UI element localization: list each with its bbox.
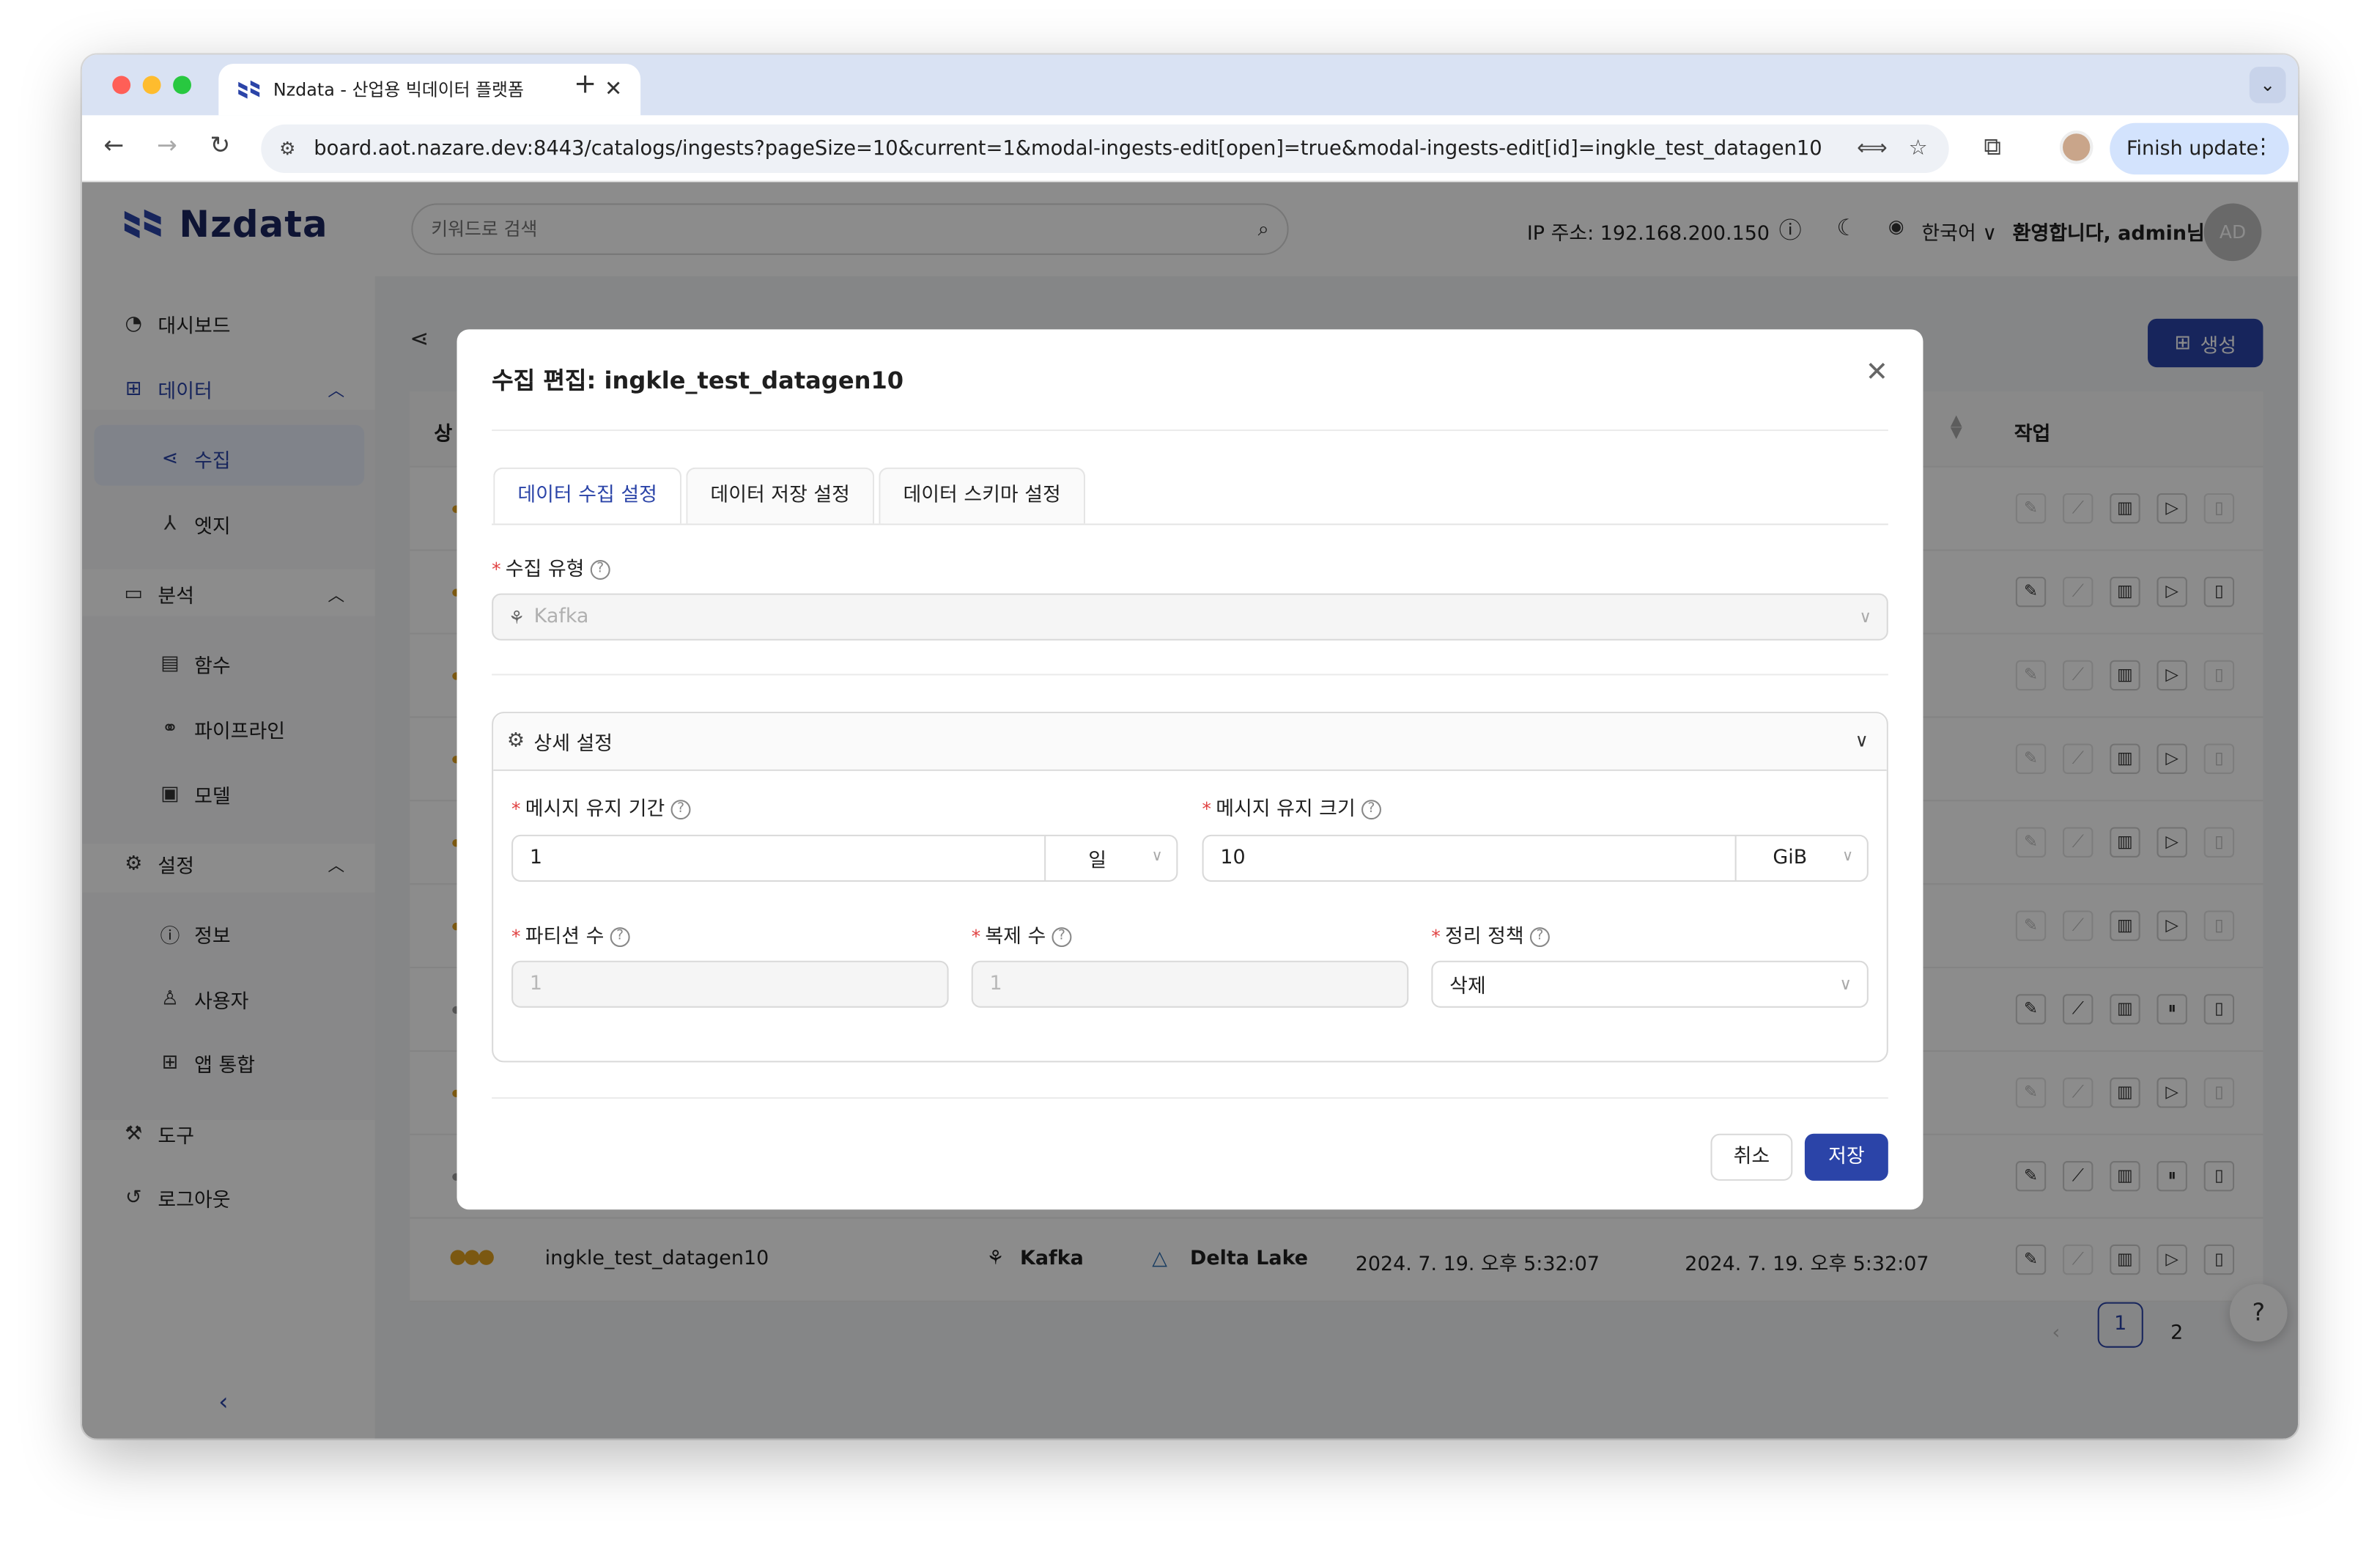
browser-window: Nzdata - 산업용 빅데이터 플랫폼 ✕ + ⌄ ← → ↻ ⚙ boar… (81, 54, 2299, 1439)
cleanup-policy-label: * 정리 정책? (1431, 920, 1550, 948)
save-button[interactable]: 저장 (1804, 1133, 1888, 1181)
chevron-down-icon: ∨ (1151, 848, 1163, 866)
cleanup-policy-select[interactable]: 삭제 ∨ (1431, 960, 1869, 1008)
question-circle-icon[interactable]: ? (1529, 927, 1550, 948)
retention-period-label: * 메시지 유지 기간? (511, 792, 691, 821)
close-window-button[interactable] (112, 75, 131, 95)
zoom-window-button[interactable] (173, 75, 191, 95)
ingest-type-select: ⚘ Kafka ∨ (492, 593, 1888, 641)
new-tab-icon[interactable]: + (574, 68, 596, 100)
modal-title-id: ingkle_test_datagen10 (604, 367, 904, 395)
retention-size-unit-select[interactable]: GiB ∨ (1734, 836, 1869, 880)
address-bar[interactable]: ⚙ board.aot.nazare.dev:8443/catalogs/ing… (261, 124, 1949, 174)
edit-ingest-modal: 수집 편집: ingkle_test_datagen10 ✕ 데이터 수집 설정… (457, 329, 1923, 1210)
cancel-button[interactable]: 취소 (1710, 1133, 1793, 1181)
question-circle-icon[interactable]: ? (1052, 927, 1072, 948)
retention-period-unit-select[interactable]: 일 ∨ (1044, 836, 1178, 880)
kafka-icon: ⚘ (508, 606, 525, 628)
tab-close-icon[interactable]: ✕ (605, 78, 622, 102)
partitions-label: * 파티션 수? (511, 920, 630, 948)
required-mark: * (492, 558, 501, 580)
forward-arrow-icon[interactable]: → (150, 130, 184, 159)
reload-icon[interactable]: ↻ (204, 130, 237, 159)
app-root: Nzdata ◔ 대시보드 ⊞ 데이터 ︿ ⋖ 수집 ⅄ 엣지 ▭ 분석 ︿ ▤… (81, 182, 2299, 1439)
profile-avatar[interactable] (2059, 130, 2093, 164)
ingest-type-value: Kafka (533, 605, 589, 629)
replicas-label: * 복제 수? (972, 920, 1072, 948)
tab-search-chevron-icon[interactable]: ⌄ (2249, 67, 2286, 103)
tab-storage-settings[interactable]: 데이터 저장 설정 (686, 467, 875, 524)
translate-icon[interactable]: ⟺ (1857, 136, 1888, 161)
tab-bar: Nzdata - 산업용 빅데이터 플랫폼 ✕ + ⌄ (81, 54, 2299, 116)
site-settings-icon[interactable]: ⚙ (279, 138, 295, 159)
divider (492, 429, 1888, 432)
tab-ingest-settings[interactable]: 데이터 수집 설정 (493, 467, 682, 524)
advanced-settings-label: 상세 설정 (533, 733, 613, 756)
modal-title-prefix: 수집 편집: (492, 367, 596, 395)
chevron-down-icon: ∨ (1855, 729, 1869, 751)
partitions-input: 1 (511, 960, 949, 1008)
question-circle-icon[interactable]: ? (1361, 800, 1381, 820)
question-circle-icon[interactable]: ? (590, 560, 610, 580)
finish-update-label: Finish update (2126, 137, 2259, 161)
retention-size-label: * 메시지 유지 크기? (1202, 792, 1381, 821)
tabs-divider (492, 523, 1888, 526)
question-circle-icon[interactable]: ? (610, 927, 630, 948)
divider (492, 1097, 1888, 1099)
divider (492, 674, 1888, 676)
tab-schema-settings[interactable]: 데이터 스키마 설정 (879, 467, 1085, 524)
bookmark-star-icon[interactable]: ☆ (1909, 136, 1928, 161)
chevron-down-icon: ∨ (1859, 607, 1872, 627)
advanced-settings-header[interactable]: ⚙ 상세 설정 ∨ (493, 713, 1887, 771)
gear-icon: ⚙ (506, 729, 525, 753)
advanced-settings-panel: ⚙ 상세 설정 ∨ * 메시지 유지 기간? 1 일 ∨ * 메시지 유지 크기? (492, 712, 1888, 1063)
retention-period-input[interactable]: 1 일 ∨ (511, 834, 1178, 882)
more-vert-icon[interactable]: ⋮ (2252, 135, 2274, 159)
minimize-window-button[interactable] (142, 75, 161, 95)
ingest-type-label: * 수집 유형? (492, 553, 610, 581)
url-text[interactable]: board.aot.nazare.dev:8443/catalogs/inges… (314, 137, 1857, 160)
finish-update-button[interactable]: Finish update ⋮ (2110, 122, 2289, 175)
chevron-down-icon: ∨ (1839, 974, 1852, 995)
modal-tabs: 데이터 수집 설정 데이터 저장 설정 데이터 스키마 설정 (493, 467, 1090, 524)
back-arrow-icon[interactable]: ← (97, 130, 131, 159)
close-icon[interactable]: ✕ (1866, 357, 1888, 388)
tab-title: Nzdata - 산업용 빅데이터 플랫폼 (273, 78, 524, 100)
retention-size-input[interactable]: 10 GiB ∨ (1202, 834, 1869, 882)
nzdata-favicon-icon (238, 80, 260, 99)
browser-toolbar: ← → ↻ ⚙ board.aot.nazare.dev:8443/catalo… (81, 115, 2299, 183)
modal-title: 수집 편집: ingkle_test_datagen10 (492, 363, 903, 397)
extensions-puzzle-icon[interactable]: ⧉ (1984, 132, 2001, 162)
question-circle-icon[interactable]: ? (670, 800, 691, 820)
chevron-down-icon: ∨ (1841, 848, 1854, 866)
replicas-input: 1 (971, 960, 1409, 1008)
